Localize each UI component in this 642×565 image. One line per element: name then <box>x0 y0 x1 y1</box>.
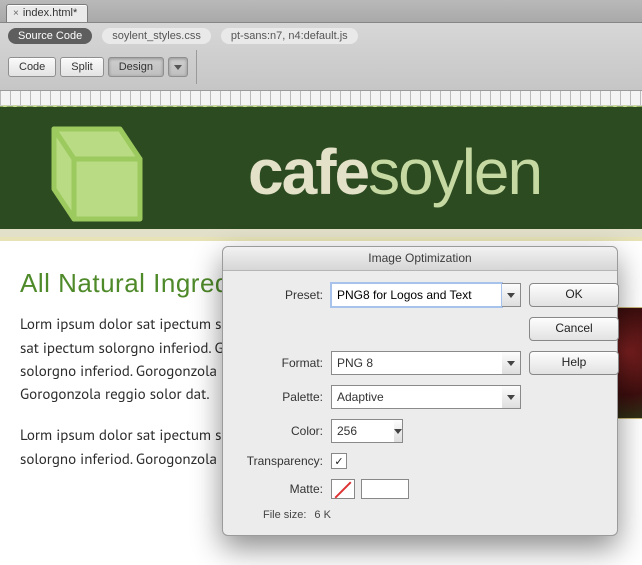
pill-source-code[interactable]: Source Code <box>8 28 92 44</box>
site-logotype: cafesoylen <box>248 135 541 209</box>
site-banner: cafesoylen <box>0 106 642 237</box>
chevron-down-icon[interactable] <box>502 351 521 375</box>
banner-dots <box>0 103 642 109</box>
related-files-row: Source Code soylent_styles.css pt-sans:n… <box>8 28 634 44</box>
cube-logo-icon <box>44 115 164 225</box>
pill-script[interactable]: pt-sans:n7, n4:default.js <box>221 28 358 44</box>
label-palette: Palette: <box>237 390 323 404</box>
view-design-menu-button[interactable] <box>168 57 188 77</box>
ok-button[interactable]: OK <box>529 283 619 307</box>
filesize-value: 6 K <box>314 509 331 521</box>
view-mode-row: Code Split Design <box>8 50 634 84</box>
label-format: Format: <box>237 356 323 370</box>
image-optimization-dialog: Image Optimization Preset: OK Cancel For… <box>222 246 618 536</box>
chevron-down-icon[interactable] <box>502 385 521 409</box>
close-icon[interactable]: × <box>13 8 19 19</box>
toolbar: Source Code soylent_styles.css pt-sans:n… <box>0 23 642 91</box>
preset-combobox[interactable] <box>331 283 521 307</box>
chevron-down-icon[interactable] <box>502 283 521 307</box>
color-value: 256 <box>331 419 394 443</box>
dialog-title: Image Optimization <box>223 247 617 271</box>
label-transparency: Transparency: <box>237 454 323 468</box>
document-tab[interactable]: × index.html* <box>6 4 88 22</box>
format-value: PNG 8 <box>331 351 502 375</box>
help-button[interactable]: Help <box>529 351 619 375</box>
view-code-button[interactable]: Code <box>8 57 56 77</box>
pill-stylesheet[interactable]: soylent_styles.css <box>102 28 211 44</box>
label-color: Color: <box>237 424 323 438</box>
document-tabbar: × index.html* <box>0 0 642 23</box>
chevron-down-icon[interactable] <box>394 419 403 443</box>
label-preset: Preset: <box>237 288 323 302</box>
label-matte: Matte: <box>237 482 323 496</box>
transparency-checkbox[interactable]: ✓ <box>331 453 347 469</box>
color-select[interactable]: 256 <box>331 419 401 443</box>
matte-color-swatch[interactable] <box>361 479 409 499</box>
toolbar-separator <box>196 50 197 84</box>
view-split-button[interactable]: Split <box>60 57 103 77</box>
cancel-button[interactable]: Cancel <box>529 317 619 341</box>
palette-select[interactable]: Adaptive <box>331 385 521 409</box>
label-filesize: File size: <box>263 509 306 521</box>
matte-none-swatch[interactable] <box>331 479 355 499</box>
logotype-part1: cafe <box>248 136 368 208</box>
logotype-part2: soylen <box>368 136 541 208</box>
format-select[interactable]: PNG 8 <box>331 351 521 375</box>
preset-input[interactable] <box>331 283 502 307</box>
palette-value: Adaptive <box>331 385 502 409</box>
document-tab-label: index.html* <box>23 7 77 19</box>
view-design-button[interactable]: Design <box>108 57 164 77</box>
